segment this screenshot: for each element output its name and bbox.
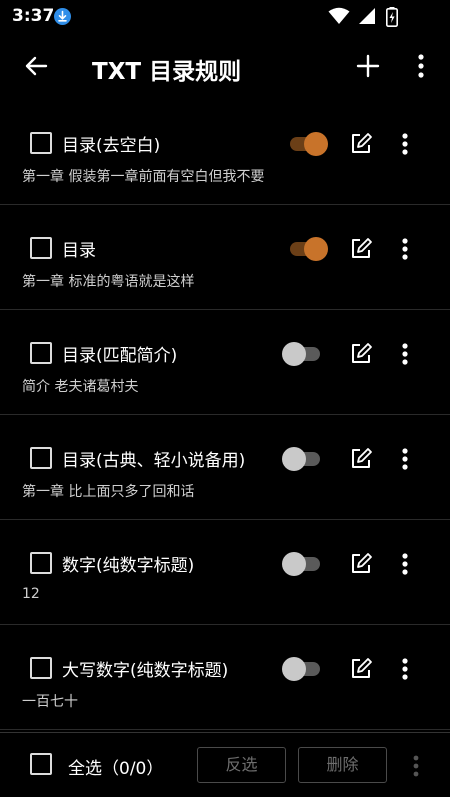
rule-more-button[interactable]: [394, 654, 416, 684]
battery-charging-icon: [386, 7, 398, 27]
more-vertical-icon: [418, 54, 424, 78]
download-icon: [54, 8, 71, 25]
signal-icon: [359, 8, 375, 24]
rule-enable-switch[interactable]: [282, 446, 328, 472]
more-vertical-icon: [402, 133, 408, 155]
edit-rule-button[interactable]: [348, 341, 374, 367]
rule-enable-switch[interactable]: [282, 551, 328, 577]
select-all-label[interactable]: 全选（0/0）: [68, 754, 163, 779]
rule-enable-switch[interactable]: [282, 656, 328, 682]
selection-bar: 全选（0/0） 反选 删除: [0, 732, 450, 797]
switch-thumb: [304, 132, 328, 156]
status-bar: 3:37: [0, 0, 450, 34]
wifi-icon: [328, 7, 350, 24]
selection-more-button[interactable]: [406, 751, 426, 781]
arrow-back-icon: [25, 56, 48, 76]
rule-name: 目录(去空白): [62, 136, 161, 156]
switch-thumb: [282, 342, 306, 366]
rule-item[interactable]: 目录 第一章 标准的粤语就是这样: [0, 205, 450, 310]
page-title: TXT 目录规则: [92, 59, 242, 85]
rule-more-button[interactable]: [394, 129, 416, 159]
edit-icon: [352, 658, 372, 678]
rule-more-button[interactable]: [394, 339, 416, 369]
status-time: 3:37: [12, 6, 55, 26]
delete-button[interactable]: 删除: [298, 747, 387, 783]
more-vertical-icon: [402, 448, 408, 470]
rule-checkbox[interactable]: [30, 132, 52, 154]
rule-example: 第一章 标准的粤语就是这样: [22, 274, 195, 290]
switch-thumb: [282, 447, 306, 471]
rule-name: 目录(古典、轻小说备用): [62, 451, 246, 471]
rule-name: 目录(匹配简介): [62, 346, 178, 366]
more-vertical-icon: [402, 553, 408, 575]
edit-rule-button[interactable]: [348, 656, 374, 682]
rule-enable-switch[interactable]: [282, 341, 328, 367]
switch-thumb: [282, 552, 306, 576]
switch-thumb: [282, 657, 306, 681]
revert-selection-button[interactable]: 反选: [197, 747, 286, 783]
edit-icon: [352, 343, 372, 363]
switch-thumb: [304, 237, 328, 261]
more-vertical-icon: [402, 658, 408, 680]
rule-checkbox[interactable]: [30, 552, 52, 574]
rule-item[interactable]: 大写数字(纯数字标题) 一百七十: [0, 625, 450, 730]
rule-checkbox[interactable]: [30, 447, 52, 469]
edit-icon: [352, 238, 372, 258]
rule-name: 大写数字(纯数字标题): [62, 661, 229, 681]
rule-item[interactable]: 目录(去空白) 第一章 假装第一章前面有空白但我不要: [0, 100, 450, 205]
more-vertical-icon: [402, 343, 408, 365]
select-all-checkbox[interactable]: [30, 753, 52, 775]
rule-enable-switch[interactable]: [282, 236, 328, 262]
rule-more-button[interactable]: [394, 444, 416, 474]
app-bar: TXT 目录规则: [0, 34, 450, 98]
back-button[interactable]: [14, 44, 58, 88]
more-vertical-icon: [413, 755, 419, 777]
rule-checkbox[interactable]: [30, 657, 52, 679]
edit-icon: [352, 553, 372, 573]
rule-checkbox[interactable]: [30, 237, 52, 259]
overflow-menu-button[interactable]: [408, 44, 434, 88]
add-rule-button[interactable]: [346, 44, 390, 88]
rule-name: 数字(纯数字标题): [62, 556, 195, 576]
rule-example: 12: [22, 586, 40, 602]
rule-example: 第一章 比上面只多了回和话: [22, 484, 195, 500]
more-vertical-icon: [402, 238, 408, 260]
rule-example: 第一章 假装第一章前面有空白但我不要: [22, 169, 265, 185]
edit-icon: [352, 133, 372, 153]
edit-rule-button[interactable]: [348, 551, 374, 577]
rule-name: 目录: [62, 241, 96, 261]
rule-enable-switch[interactable]: [282, 131, 328, 157]
edit-rule-button[interactable]: [348, 131, 374, 157]
rule-item[interactable]: 目录(古典、轻小说备用) 第一章 比上面只多了回和话: [0, 415, 450, 520]
edit-rule-button[interactable]: [348, 446, 374, 472]
rule-checkbox[interactable]: [30, 342, 52, 364]
rule-list: 目录(去空白) 第一章 假装第一章前面有空白但我不要 目录 第一章 标准的粤语就…: [0, 100, 450, 732]
edit-icon: [352, 448, 372, 468]
rule-example: 简介 老夫诸葛村夫: [22, 379, 139, 395]
plus-icon: [356, 54, 380, 78]
rule-more-button[interactable]: [394, 549, 416, 579]
edit-rule-button[interactable]: [348, 236, 374, 262]
rule-more-button[interactable]: [394, 234, 416, 264]
rule-item[interactable]: 目录(匹配简介) 简介 老夫诸葛村夫: [0, 310, 450, 415]
rule-item[interactable]: 数字(纯数字标题) 12: [0, 520, 450, 625]
rule-example: 一百七十: [22, 694, 78, 710]
